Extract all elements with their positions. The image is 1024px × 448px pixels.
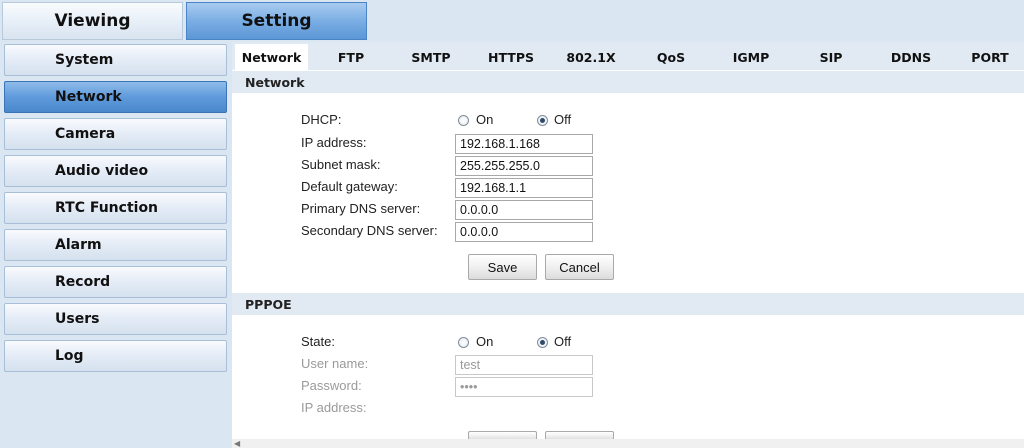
primary-dns-label: Primary DNS server: (301, 201, 421, 216)
main-content: Network FTP SMTP HTTPS 802.1X QoS IGMP S… (232, 42, 1024, 448)
horizontal-scrollbar[interactable] (232, 439, 1024, 448)
top-navigation: Viewing Setting (0, 0, 1024, 42)
subnet-mask-label: Subnet mask: (301, 157, 381, 172)
ip-address-input[interactable] (455, 134, 593, 154)
primary-dns-input[interactable] (455, 200, 593, 220)
pppoe-password-input[interactable] (455, 377, 593, 397)
subnet-mask-input[interactable] (455, 156, 593, 176)
pppoe-off-label: Off (554, 334, 572, 349)
network-section-header: Network (232, 71, 1024, 93)
subtab-ftp[interactable]: FTP (316, 44, 386, 70)
pppoe-ip-address-label: IP address: (301, 400, 367, 415)
dhcp-on-radio[interactable] (458, 115, 469, 126)
subtab-network[interactable]: Network (235, 44, 308, 70)
dhcp-label: DHCP: (301, 112, 342, 127)
subtab-port[interactable]: PORT (956, 44, 1024, 70)
subtab-smtp[interactable]: SMTP (396, 44, 466, 70)
tab-setting[interactable]: Setting (186, 2, 367, 40)
pppoe-on-label: On (476, 334, 494, 349)
sidebar: System Network Camera Audio video RTC Fu… (0, 42, 232, 448)
subtab-https[interactable]: HTTPS (476, 44, 546, 70)
subtab-sip[interactable]: SIP (796, 44, 866, 70)
default-gateway-label: Default gateway: (301, 179, 398, 194)
sidebar-item-camera[interactable]: Camera (4, 118, 227, 150)
subtab-ddns[interactable]: DDNS (876, 44, 946, 70)
sidebar-item-record[interactable]: Record (4, 266, 227, 298)
secondary-dns-label: Secondary DNS server: (301, 223, 438, 238)
sidebar-item-alarm[interactable]: Alarm (4, 229, 227, 261)
pppoe-on-radio[interactable] (458, 337, 469, 348)
pppoe-username-label: User name: (301, 356, 369, 371)
pppoe-password-label: Password: (301, 378, 362, 393)
dhcp-off-radio[interactable] (537, 115, 548, 126)
secondary-dns-input[interactable] (455, 222, 593, 242)
sidebar-item-network[interactable]: Network (4, 81, 227, 113)
sidebar-item-log[interactable]: Log (4, 340, 227, 372)
sidebar-item-system[interactable]: System (4, 44, 227, 76)
sidebar-item-users[interactable]: Users (4, 303, 227, 335)
dhcp-off-label: Off (554, 112, 572, 127)
pppoe-section-header: PPPOE (232, 293, 1024, 315)
subtab-qos[interactable]: QoS (636, 44, 706, 70)
dhcp-on-label: On (476, 112, 494, 127)
pppoe-username-input[interactable] (455, 355, 593, 375)
sidebar-item-audio-video[interactable]: Audio video (4, 155, 227, 187)
save-button[interactable]: Save (468, 254, 537, 280)
scroll-left-arrow-icon[interactable]: ◀ (234, 440, 240, 448)
tab-viewing[interactable]: Viewing (2, 2, 183, 40)
cancel-button[interactable]: Cancel (545, 254, 614, 280)
pppoe-off-radio[interactable] (537, 337, 548, 348)
pppoe-state-label: State: (301, 334, 335, 349)
subtab-8021x[interactable]: 802.1X (556, 44, 626, 70)
network-subtabs: Network FTP SMTP HTTPS 802.1X QoS IGMP S… (232, 42, 1024, 70)
subtab-igmp[interactable]: IGMP (716, 44, 786, 70)
ip-address-label: IP address: (301, 135, 367, 150)
default-gateway-input[interactable] (455, 178, 593, 198)
sidebar-item-rtc-function[interactable]: RTC Function (4, 192, 227, 224)
